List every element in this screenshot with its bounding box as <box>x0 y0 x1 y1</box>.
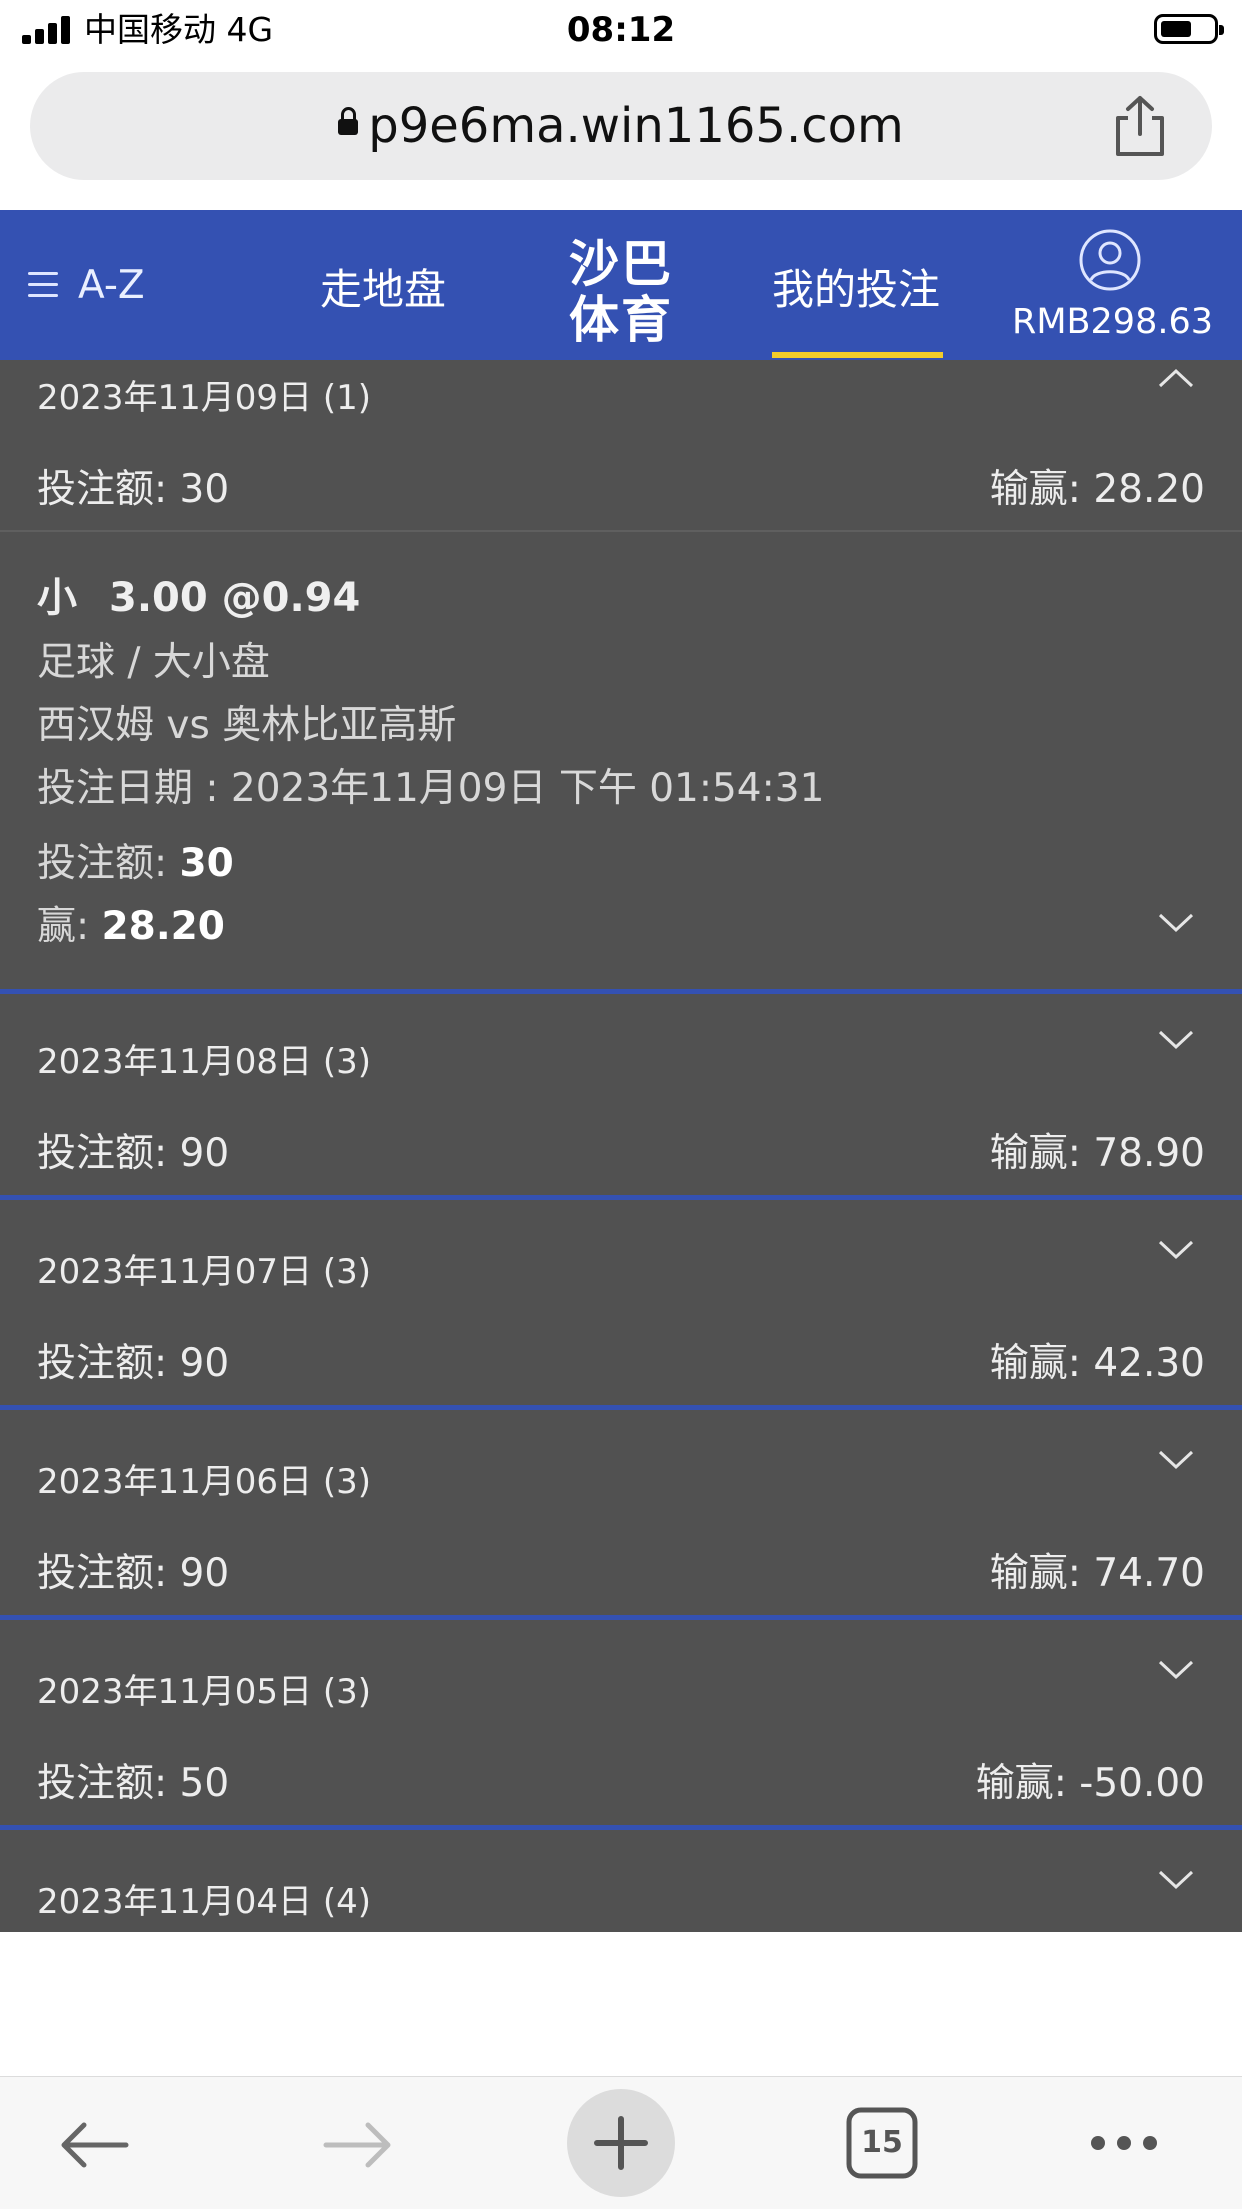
stake-value: 90 <box>179 1341 230 1386</box>
bet-win-value: 28.20 <box>101 904 225 949</box>
chevron-down-icon[interactable] <box>1158 1240 1194 1260</box>
day-winloss: 输赢: -50.00 <box>976 1752 1205 1808</box>
day-date: 2023年11月09日 (1) <box>37 378 372 418</box>
stake-label: 投注额: <box>37 467 168 512</box>
site-logo[interactable]: 沙巴 体育 <box>566 236 676 348</box>
winloss-label: 输赢: <box>989 1551 1081 1596</box>
lock-icon <box>338 107 359 135</box>
new-tab-button[interactable] <box>567 2089 675 2197</box>
bet-pick: 小 <box>37 575 77 621</box>
winloss-value: 74.70 <box>1093 1551 1205 1596</box>
bet-stake-value: 30 <box>179 841 234 886</box>
menu-label: A-Z <box>78 262 145 308</box>
day-stake: 投注额: 90 <box>37 1332 229 1388</box>
site-header: A-Z 走地盘 沙巴 体育 我的投注 RMB298.63 <box>0 210 1242 360</box>
winloss-value: -50.00 <box>1079 1761 1205 1806</box>
nav-live-betting[interactable]: 走地盘 <box>320 256 446 317</box>
stake-label: 投注额: <box>37 1131 168 1176</box>
bet-selection: 小 3.00 @0.94 <box>37 565 360 623</box>
day-group[interactable]: 2023年11月08日 (3) 投注额: 90 输赢: 78.90 <box>0 994 1242 1195</box>
winloss-value: 28.20 <box>1093 467 1205 512</box>
active-tab-indicator <box>772 352 943 358</box>
hamburger-icon <box>28 272 58 298</box>
forward-arrow-icon[interactable] <box>322 2121 394 2169</box>
logo-line-2: 体育 <box>569 291 673 349</box>
day-stake: 投注额: 90 <box>37 1122 229 1178</box>
bet-win-label: 赢: <box>37 904 90 949</box>
day-date: 2023年11月05日 (3) <box>37 1672 372 1712</box>
status-time: 08:12 <box>566 10 676 50</box>
day-winloss: 输赢: 42.30 <box>990 1332 1205 1388</box>
back-arrow-icon[interactable] <box>58 2121 130 2169</box>
day-winloss: 输赢: 74.70 <box>990 1542 1205 1598</box>
winloss-label: 输赢: <box>989 467 1081 512</box>
browser-toolbar: 15 <box>0 2076 1242 2209</box>
bet-stake: 投注额: 30 <box>37 832 234 888</box>
divider <box>0 530 1242 532</box>
winloss-label: 输赢: <box>975 1761 1067 1806</box>
day-group[interactable]: 2023年11月04日 (4) <box>0 1830 1242 1932</box>
winloss-value: 42.30 <box>1093 1341 1205 1386</box>
chevron-up-icon[interactable] <box>1158 368 1194 388</box>
bet-date: 投注日期 : 2023年11月09日 下午 01:54:31 <box>37 766 825 811</box>
day-group[interactable]: 2023年11月05日 (3) 投注额: 50 输赢: -50.00 <box>0 1620 1242 1825</box>
user-circle-icon[interactable] <box>1078 228 1142 292</box>
url-text: p9e6ma.win1165.com <box>368 98 904 154</box>
chevron-down-icon[interactable] <box>1158 1870 1194 1890</box>
stake-value: 50 <box>179 1761 230 1806</box>
day-date: 2023年11月08日 (3) <box>37 1042 372 1082</box>
address-bar[interactable]: p9e6ma.win1165.com <box>30 72 1212 180</box>
chevron-down-icon[interactable] <box>1158 913 1194 933</box>
stake-value: 90 <box>179 1551 230 1596</box>
winloss-label: 输赢: <box>989 1131 1081 1176</box>
day-stake: 投注额: 50 <box>37 1752 229 1808</box>
stake-label: 投注额: <box>37 1761 168 1806</box>
stake-value: 90 <box>179 1131 230 1176</box>
menu-button[interactable]: A-Z <box>28 262 145 308</box>
more-icon[interactable] <box>1088 2133 1160 2153</box>
status-bar: 中国移动 4G 08:12 <box>0 0 1242 62</box>
day-stake: 投注额: 30 <box>37 458 229 514</box>
battery-icon <box>1154 14 1224 44</box>
nav-my-bets[interactable]: 我的投注 <box>772 256 940 317</box>
day-winloss: 输赢: 28.20 <box>990 458 1205 514</box>
bet-win: 赢: 28.20 <box>37 895 225 951</box>
day-group-expanded[interactable]: 2023年11月09日 (1) 投注额: 30 输赢: 28.20 小 3.00 … <box>0 360 1242 989</box>
day-date: 2023年11月06日 (3) <box>37 1462 372 1502</box>
account-balance[interactable]: RMB298.63 <box>1012 302 1213 342</box>
day-group[interactable]: 2023年11月06日 (3) 投注额: 90 输赢: 74.70 <box>0 1410 1242 1615</box>
day-date: 2023年11月07日 (3) <box>37 1252 372 1292</box>
stake-label: 投注额: <box>37 1551 168 1596</box>
day-date: 2023年11月04日 (4) <box>37 1882 372 1922</box>
day-group[interactable]: 2023年11月07日 (3) 投注额: 90 输赢: 42.30 <box>0 1200 1242 1405</box>
chevron-down-icon[interactable] <box>1158 1030 1194 1050</box>
share-icon[interactable] <box>1110 94 1170 158</box>
bet-sport-market: 足球 / 大小盘 <box>37 640 270 685</box>
stake-value: 30 <box>179 467 230 512</box>
tab-count: 15 <box>861 2125 903 2160</box>
stake-label: 投注额: <box>37 1341 168 1386</box>
plus-icon <box>594 2116 648 2170</box>
day-winloss: 输赢: 78.90 <box>990 1122 1205 1178</box>
bet-line-odds: 3.00 @0.94 <box>109 575 361 621</box>
day-stake: 投注额: 90 <box>37 1542 229 1598</box>
winloss-label: 输赢: <box>989 1341 1081 1386</box>
winloss-value: 78.90 <box>1093 1131 1205 1176</box>
tabs-button[interactable]: 15 <box>846 2107 918 2179</box>
logo-line-1: 沙巴 <box>569 235 673 293</box>
chevron-down-icon[interactable] <box>1158 1450 1194 1470</box>
bet-match: 西汉姆 vs 奥林比亚高斯 <box>37 703 457 748</box>
bet-stake-label: 投注额: <box>37 841 168 886</box>
chevron-down-icon[interactable] <box>1158 1660 1194 1680</box>
bet-history-list: 2023年11月09日 (1) 投注额: 30 输赢: 28.20 小 3.00 … <box>0 360 1242 1932</box>
